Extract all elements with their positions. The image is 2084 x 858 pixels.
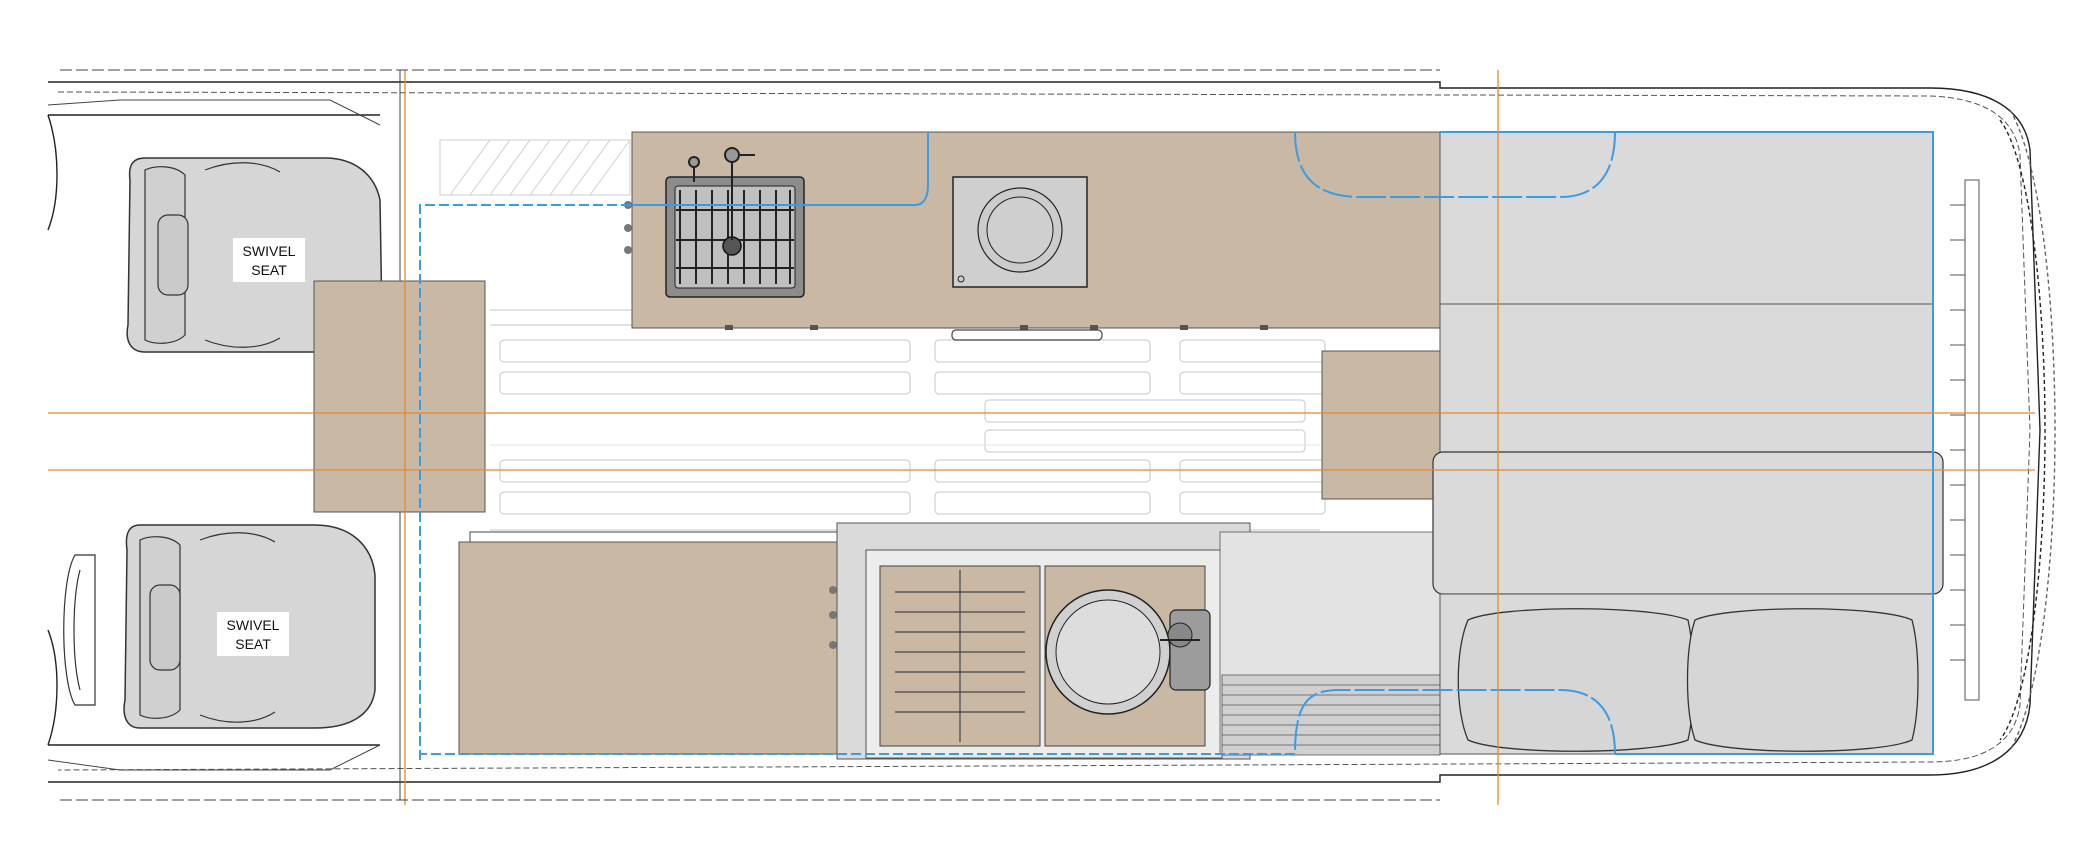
induction-cooktop-icon xyxy=(952,176,1088,288)
sink-icon xyxy=(665,176,805,298)
rear-wall-ridges xyxy=(1950,179,1980,701)
seat-label-line1: SWIVEL xyxy=(243,243,296,259)
floor-slats xyxy=(490,309,1326,531)
pillow-right xyxy=(1686,608,1919,752)
seat-label-line2: SEAT xyxy=(235,636,271,652)
seat-label-line2: SEAT xyxy=(251,262,287,278)
bed-cushion xyxy=(1432,451,1944,595)
swivel-seat-bottom: SWIVEL SEAT xyxy=(63,524,376,729)
pillow-left xyxy=(1457,608,1694,752)
rear-bed xyxy=(1432,131,1944,755)
seat-label-line1: SWIVEL xyxy=(227,617,280,633)
hatched-area xyxy=(439,139,631,196)
side-cabinet xyxy=(1321,350,1441,500)
van-floor-plan: SWIVEL SEAT SWIVEL SEAT xyxy=(47,69,2056,805)
swivel-table xyxy=(313,280,486,513)
entry-step xyxy=(1219,531,1441,756)
kitchen-counter-bottom xyxy=(458,531,841,755)
bathroom-module xyxy=(836,522,1251,760)
